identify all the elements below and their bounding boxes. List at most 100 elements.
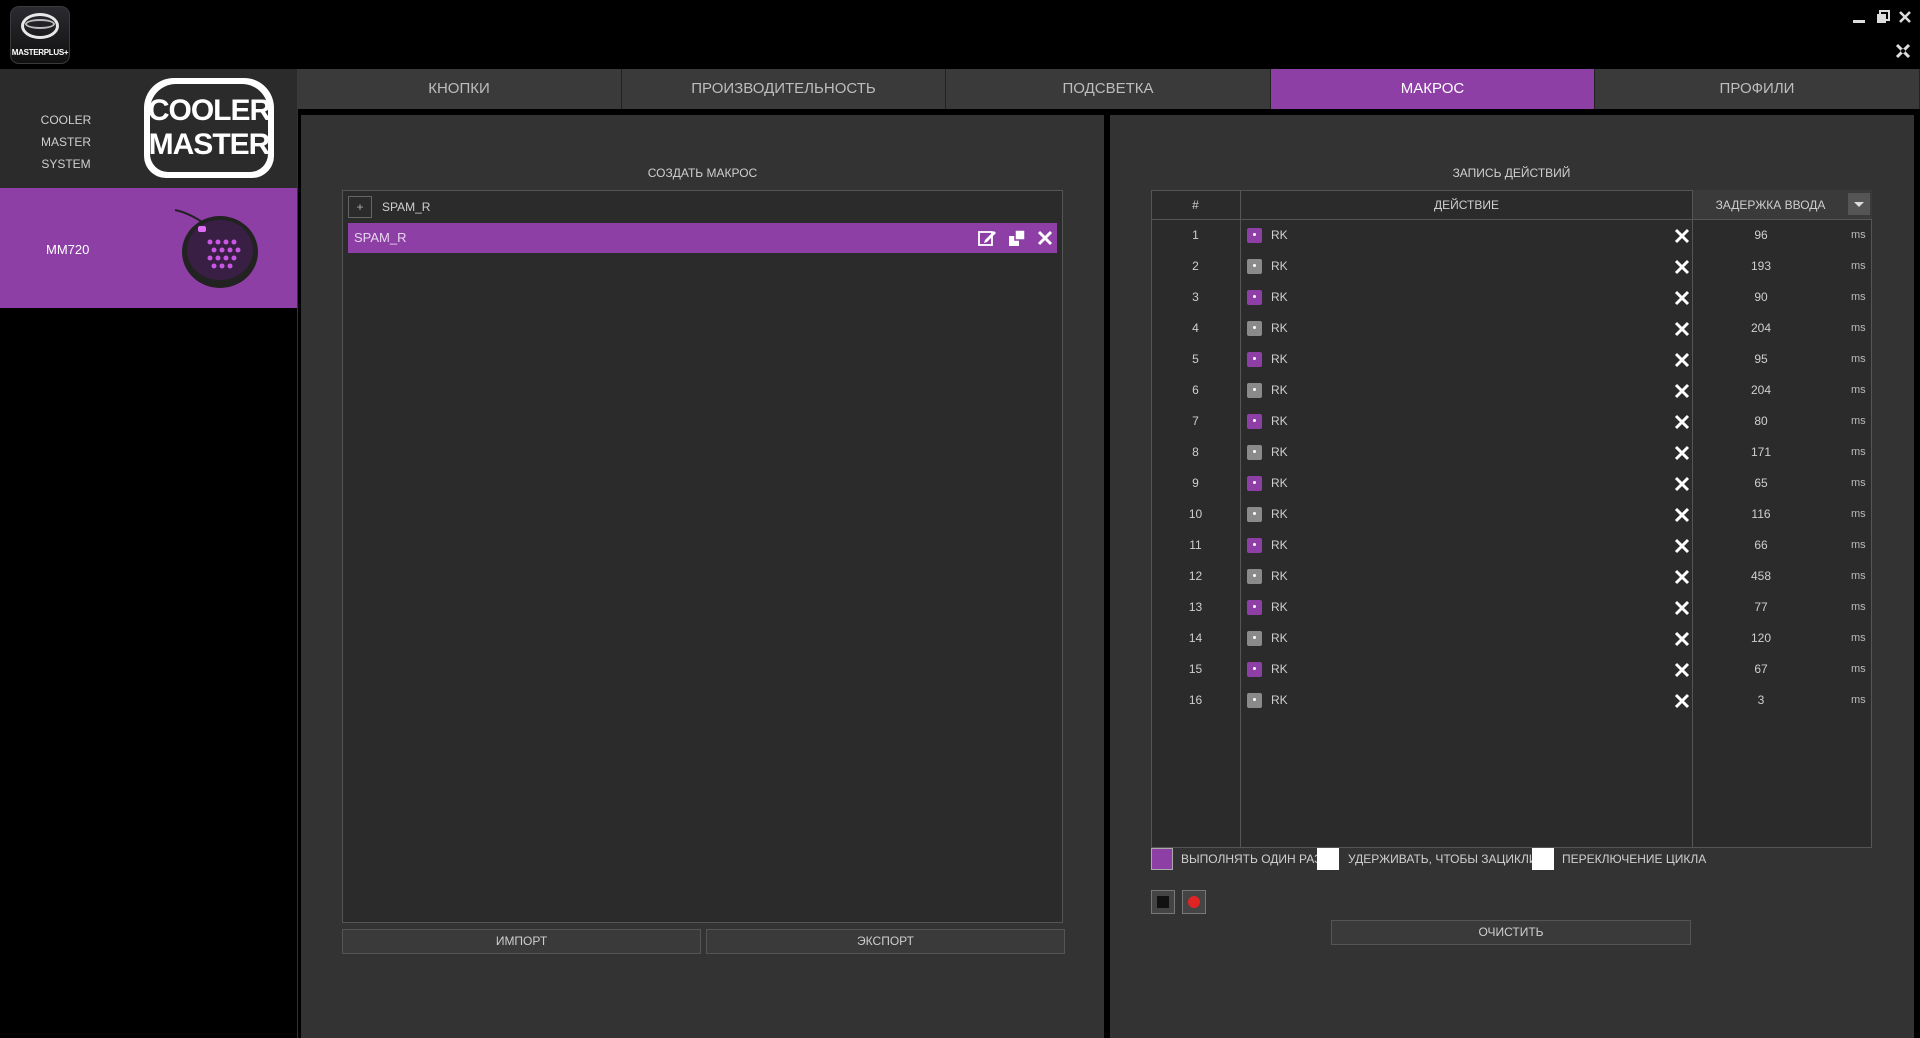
table-row[interactable]: 15 RK 67 ms <box>1151 654 1872 685</box>
macro-name-input[interactable]: SPAM_R <box>382 198 430 216</box>
table-row[interactable]: 11 RK 66 ms <box>1151 530 1872 561</box>
delete-action-icon[interactable] <box>1672 505 1692 525</box>
table-row[interactable]: 13 RK 77 ms <box>1151 592 1872 623</box>
key-down-icon[interactable] <box>1247 352 1262 367</box>
key-down-icon[interactable] <box>1247 538 1262 553</box>
edit-icon[interactable] <box>977 228 997 248</box>
delay-value[interactable]: 193 <box>1711 251 1811 282</box>
action-label: RK <box>1271 662 1288 676</box>
key-down-icon[interactable] <box>1247 414 1262 429</box>
row-number: 1 <box>1192 228 1199 242</box>
device-item-mm720[interactable]: MM720 <box>0 188 297 308</box>
tab-lighting[interactable]: ПОДСВЕТКА <box>946 69 1271 109</box>
tab-profiles[interactable]: ПРОФИЛИ <box>1595 69 1920 109</box>
table-row[interactable]: 6 RK 204 ms <box>1151 375 1872 406</box>
delete-action-icon[interactable] <box>1672 226 1692 246</box>
delete-action-icon[interactable] <box>1672 691 1692 711</box>
delete-action-icon[interactable] <box>1672 629 1692 649</box>
delay-value[interactable]: 96 <box>1711 220 1811 251</box>
delete-action-icon[interactable] <box>1672 288 1692 308</box>
key-up-icon[interactable] <box>1247 383 1262 398</box>
delay-value[interactable]: 116 <box>1711 499 1811 530</box>
table-row[interactable]: 3 RK 90 ms <box>1151 282 1872 313</box>
key-down-icon[interactable] <box>1247 476 1262 491</box>
table-row[interactable]: 8 RK 171 ms <box>1151 437 1872 468</box>
macro-list-item[interactable]: SPAM_R <box>348 223 1057 253</box>
table-row[interactable]: 14 RK 120 ms <box>1151 623 1872 654</box>
action-label: RK <box>1271 259 1288 273</box>
delay-value[interactable]: 65 <box>1711 468 1811 499</box>
delay-value[interactable]: 90 <box>1711 282 1811 313</box>
delete-action-icon[interactable] <box>1672 257 1692 277</box>
table-row[interactable]: 9 RK 65 ms <box>1151 468 1872 499</box>
delete-action-icon[interactable] <box>1672 319 1692 339</box>
delete-action-icon[interactable] <box>1672 474 1692 494</box>
stop-record-button[interactable] <box>1151 890 1175 914</box>
key-up-icon[interactable] <box>1247 569 1262 584</box>
key-down-icon[interactable] <box>1247 662 1262 677</box>
key-up-icon[interactable] <box>1247 507 1262 522</box>
delay-value[interactable]: 77 <box>1711 592 1811 623</box>
table-row[interactable]: 5 RK 95 ms <box>1151 344 1872 375</box>
add-macro-button[interactable]: + <box>348 196 372 218</box>
record-button[interactable] <box>1182 890 1206 914</box>
delete-action-icon[interactable] <box>1672 660 1692 680</box>
delay-unit: ms <box>1851 229 1866 241</box>
delay-dropdown-icon[interactable] <box>1848 193 1870 215</box>
delay-value[interactable]: 171 <box>1711 437 1811 468</box>
key-up-icon[interactable] <box>1247 259 1262 274</box>
key-down-icon[interactable] <box>1247 600 1262 615</box>
delay-value[interactable]: 67 <box>1711 654 1811 685</box>
close-icon[interactable] <box>1896 8 1914 26</box>
tab-macro[interactable]: МАКРОС <box>1271 69 1595 109</box>
key-up-icon[interactable] <box>1247 693 1262 708</box>
delay-unit: ms <box>1851 384 1866 396</box>
import-button[interactable]: ИМПОРТ <box>342 929 701 954</box>
key-down-icon[interactable] <box>1247 290 1262 305</box>
minimize-icon[interactable] <box>1850 8 1868 26</box>
delete-action-icon[interactable] <box>1672 567 1692 587</box>
delete-action-icon[interactable] <box>1672 412 1692 432</box>
copy-icon[interactable] <box>1007 228 1027 248</box>
macro-list <box>342 190 1063 923</box>
delay-value[interactable]: 204 <box>1711 375 1811 406</box>
delete-action-icon[interactable] <box>1672 598 1692 618</box>
table-row[interactable]: 4 RK 204 ms <box>1151 313 1872 344</box>
delete-action-icon[interactable] <box>1672 381 1692 401</box>
delete-action-icon[interactable] <box>1672 350 1692 370</box>
key-up-icon[interactable] <box>1247 445 1262 460</box>
table-row[interactable]: 1 RK 96 ms <box>1151 220 1872 251</box>
title-bar <box>0 0 1920 69</box>
table-row[interactable]: 7 RK 80 ms <box>1151 406 1872 437</box>
delay-value[interactable]: 66 <box>1711 530 1811 561</box>
delay-value[interactable]: 204 <box>1711 313 1811 344</box>
cooler-master-logo: COOLER MASTER <box>144 78 274 178</box>
tab-buttons[interactable]: КНОПКИ <box>297 69 622 109</box>
delay-value[interactable]: 3 <box>1711 685 1811 716</box>
delete-macro-icon[interactable] <box>1035 228 1055 248</box>
restore-icon[interactable] <box>1874 8 1892 26</box>
key-down-icon[interactable] <box>1247 228 1262 243</box>
action-label: RK <box>1271 631 1288 645</box>
masterplus-logo[interactable]: MASTERPLUS+ <box>10 6 70 64</box>
delay-unit: ms <box>1851 353 1866 365</box>
table-row[interactable]: 12 RK 458 ms <box>1151 561 1872 592</box>
key-up-icon[interactable] <box>1247 631 1262 646</box>
table-row[interactable]: 2 RK 193 ms <box>1151 251 1872 282</box>
table-row[interactable]: 10 RK 116 ms <box>1151 499 1872 530</box>
delete-action-icon[interactable] <box>1672 536 1692 556</box>
tab-performance[interactable]: ПРОИЗВОДИТЕЛЬНОСТЬ <box>622 69 946 109</box>
export-button[interactable]: ЭКСПОРТ <box>706 929 1065 954</box>
clear-button[interactable]: ОЧИСТИТЬ <box>1331 920 1691 945</box>
key-up-icon[interactable] <box>1247 321 1262 336</box>
delay-value[interactable]: 120 <box>1711 623 1811 654</box>
table-row[interactable]: 16 RK 3 ms <box>1151 685 1872 716</box>
settings-icon[interactable] <box>1894 42 1912 60</box>
delay-value[interactable]: 80 <box>1711 406 1811 437</box>
toggle-loop-checkbox[interactable] <box>1532 848 1554 870</box>
hold-to-loop-checkbox[interactable] <box>1317 848 1339 870</box>
delete-action-icon[interactable] <box>1672 443 1692 463</box>
delay-value[interactable]: 95 <box>1711 344 1811 375</box>
run-once-checkbox[interactable] <box>1151 848 1173 870</box>
delay-value[interactable]: 458 <box>1711 561 1811 592</box>
